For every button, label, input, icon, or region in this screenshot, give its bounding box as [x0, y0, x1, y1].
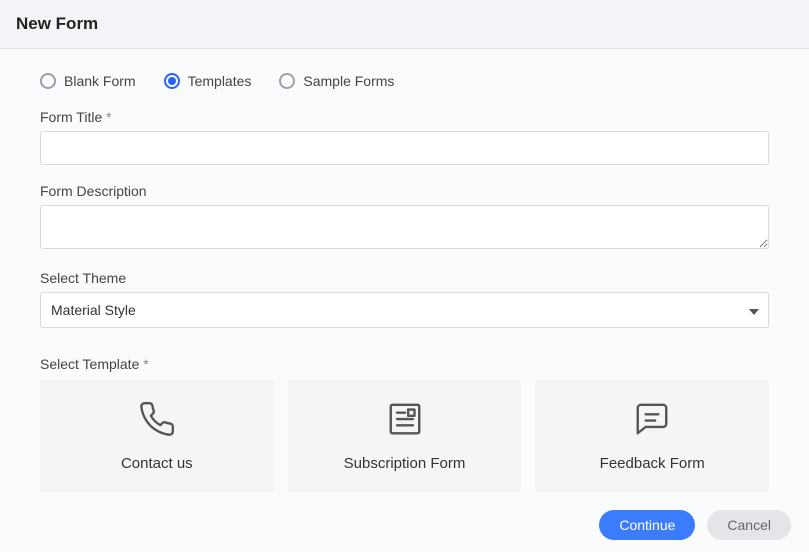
radio-icon [279, 73, 295, 89]
dialog-title: New Form [16, 14, 793, 34]
select-template-group: Select Template * Contact us [40, 356, 769, 492]
radio-label: Blank Form [64, 73, 136, 89]
select-theme-wrap: Material Style [40, 292, 769, 328]
dialog-footer: Continue Cancel [599, 510, 791, 540]
select-theme-value: Material Style [51, 302, 136, 318]
form-description-label: Form Description [40, 183, 769, 199]
cancel-button[interactable]: Cancel [707, 510, 791, 540]
radio-label: Sample Forms [303, 73, 394, 89]
template-label: Contact us [121, 455, 193, 472]
form-type-radio-group: Blank Form Templates Sample Forms [40, 73, 769, 89]
template-card-subscription[interactable]: Subscription Form [288, 380, 522, 492]
form-title-group: Form Title * [40, 109, 769, 165]
label-text: Form Title [40, 109, 106, 125]
required-mark: * [106, 109, 111, 125]
radio-label: Templates [188, 73, 252, 89]
radio-sample-forms[interactable]: Sample Forms [279, 73, 394, 89]
radio-icon [164, 73, 180, 89]
phone-icon [138, 400, 176, 441]
select-theme-group: Select Theme Material Style [40, 270, 769, 328]
select-template-label: Select Template * [40, 356, 769, 372]
form-description-input[interactable] [40, 205, 769, 249]
select-theme-dropdown[interactable]: Material Style [40, 292, 769, 328]
template-label: Feedback Form [600, 455, 705, 472]
continue-button[interactable]: Continue [599, 510, 695, 540]
template-label: Subscription Form [344, 455, 466, 472]
form-title-input[interactable] [40, 131, 769, 165]
radio-blank-form[interactable]: Blank Form [40, 73, 136, 89]
label-text: Select Template [40, 356, 143, 372]
dialog-header: New Form [0, 0, 809, 49]
template-grid: Contact us Subscription Form [40, 380, 769, 492]
required-mark: * [143, 356, 148, 372]
form-title-label: Form Title * [40, 109, 769, 125]
select-theme-label: Select Theme [40, 270, 769, 286]
chat-icon [633, 400, 671, 441]
form-description-group: Form Description [40, 183, 769, 252]
radio-templates[interactable]: Templates [164, 73, 252, 89]
template-card-feedback[interactable]: Feedback Form [535, 380, 769, 492]
template-card-contact[interactable]: Contact us [40, 380, 274, 492]
newspaper-icon [386, 400, 424, 441]
dialog-content: Blank Form Templates Sample Forms Form T… [0, 49, 809, 492]
radio-icon [40, 73, 56, 89]
